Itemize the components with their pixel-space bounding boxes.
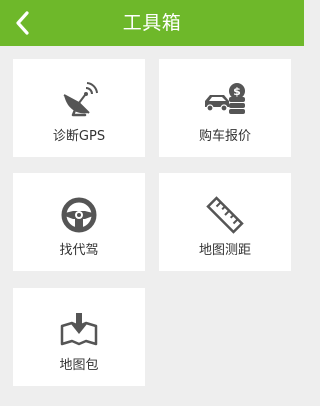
tool-tile-map-package[interactable]: 地图包	[13, 288, 145, 386]
tool-label: 购车报价	[198, 129, 251, 144]
tool-tile-designated-driver[interactable]: 找代驾	[13, 173, 145, 271]
steering-wheel-icon	[61, 197, 97, 233]
tool-tile-car-price[interactable]: $ 购车报价	[159, 59, 291, 157]
tool-label: 地图测距	[198, 243, 251, 258]
title-bar: 工具箱	[0, 0, 304, 46]
svg-text:$: $	[233, 85, 241, 98]
tool-label: 找代驾	[59, 243, 99, 258]
map-download-icon	[60, 313, 98, 346]
ruler-icon	[206, 196, 244, 234]
tool-label: 地图包	[59, 358, 99, 373]
tool-tile-map-distance[interactable]: 地图测距	[159, 173, 291, 271]
tool-tile-gps-diagnosis[interactable]: 诊断GPS	[13, 59, 145, 157]
satellite-dish-icon	[63, 82, 98, 117]
page-title: 工具箱	[122, 12, 182, 34]
tool-label: 诊断GPS	[52, 129, 106, 144]
car-price-icon: $	[205, 83, 245, 114]
